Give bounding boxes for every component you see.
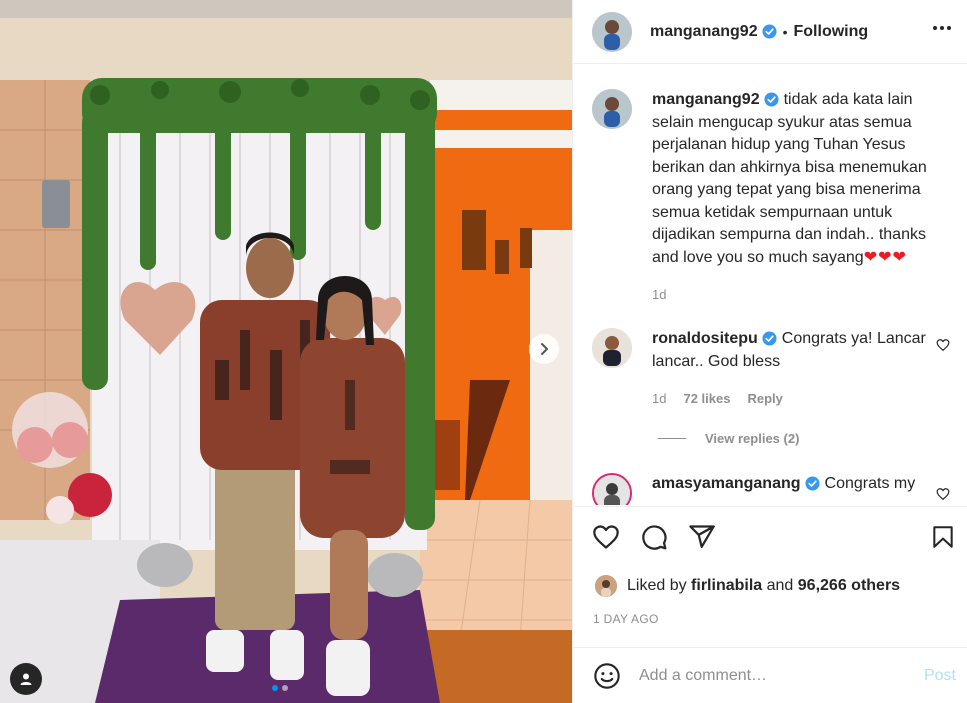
next-slide-button[interactable] — [529, 334, 559, 364]
verified-badge-icon — [762, 24, 777, 39]
smiley-icon — [594, 662, 620, 689]
verified-badge-icon — [762, 331, 777, 346]
caption: manganang92 tidak ada kata lain selain me… — [592, 89, 952, 302]
following-button[interactable]: Following — [794, 23, 869, 41]
likes-prefix: Liked by — [627, 577, 687, 594]
chevron-right-icon — [541, 343, 548, 355]
comment-icon — [642, 525, 667, 550]
bookmark-icon — [933, 526, 953, 548]
post-image — [0, 0, 572, 703]
carousel-dot-active — [272, 685, 278, 691]
post-actions: Liked by firlinabila and 96,266 others 1… — [573, 506, 967, 626]
reply-button[interactable]: Reply — [747, 391, 782, 406]
post-photo[interactable] — [0, 0, 572, 703]
commenter-avatar[interactable] — [592, 473, 632, 505]
save-button[interactable] — [930, 523, 956, 551]
view-replies-label: View replies (2) — [705, 431, 800, 446]
comment-button[interactable] — [640, 523, 668, 551]
likes-summary: Liked by firlinabila and 96,266 others — [595, 575, 900, 597]
commenter-avatar[interactable] — [592, 328, 632, 368]
caption-body: tidak ada kata lain selain mengucap syuk… — [652, 91, 927, 266]
comment-text: ronaldositepu Congrats ya! Lancar lancar.… — [652, 328, 952, 373]
view-replies-line — [658, 438, 686, 439]
post-comment-button[interactable]: Post — [924, 667, 956, 685]
caption-text: manganang92 tidak ada kata lain selain me… — [652, 89, 952, 269]
like-comment-button[interactable] — [936, 487, 950, 505]
paper-plane-icon — [689, 525, 715, 549]
verified-badge-icon — [804, 476, 820, 491]
comment-item: ronaldositepu Congrats ya! Lancar lancar.… — [592, 328, 952, 406]
view-replies-button[interactable]: View replies (2) — [658, 431, 799, 446]
caption-username[interactable]: manganang92 — [652, 91, 760, 108]
comment-username[interactable]: amasyamanganang — [652, 475, 801, 492]
like-comment-button[interactable] — [936, 338, 950, 357]
carousel-indicator — [272, 685, 288, 691]
user-tag-icon — [20, 673, 32, 685]
caption-meta: 1d — [652, 287, 952, 302]
liker-avatar[interactable] — [595, 575, 617, 597]
comment-text: amasyamanganang Congrats my — [652, 473, 952, 496]
heart-emoji: ❤❤❤ — [863, 248, 907, 266]
more-horizontal-icon — [933, 26, 951, 30]
comment-time[interactable]: 1d — [652, 391, 666, 406]
post-panel: manganang92 • Following manganang92 tida… — [572, 0, 967, 703]
add-comment-bar: Post — [573, 647, 967, 703]
comment-likes[interactable]: 72 likes — [683, 391, 730, 406]
heart-icon — [593, 525, 619, 549]
comment-body: Congrats my — [824, 475, 916, 492]
comment-meta: 1d 72 likes Reply — [652, 391, 952, 406]
author-username[interactable]: manganang92 — [650, 23, 758, 41]
like-button[interactable] — [592, 523, 620, 551]
post-header: manganang92 • Following — [573, 0, 967, 64]
emoji-button[interactable] — [593, 662, 621, 690]
caption-avatar[interactable] — [592, 89, 632, 129]
liker-username[interactable]: firlinabila — [691, 577, 762, 595]
likes-count[interactable]: 96,266 others — [798, 577, 900, 595]
share-button[interactable] — [688, 523, 716, 551]
carousel-dot — [282, 685, 288, 691]
heart-icon — [936, 488, 950, 501]
more-options-button[interactable] — [932, 18, 952, 43]
likes-and: and — [766, 577, 794, 594]
comment-item: amasyamanganang Congrats my — [592, 473, 952, 505]
comments-list[interactable]: manganang92 tidak ada kata lain selain me… — [573, 65, 967, 505]
caption-time[interactable]: 1d — [652, 287, 666, 302]
heart-icon — [936, 339, 950, 352]
header-separator: • — [782, 23, 788, 40]
comment-username[interactable]: ronaldositepu — [652, 330, 758, 347]
verified-badge-icon — [764, 92, 779, 107]
tagged-users-button[interactable] — [10, 663, 42, 695]
post-timestamp[interactable]: 1 DAY AGO — [593, 612, 659, 626]
author-avatar[interactable] — [592, 11, 632, 52]
comment-input[interactable] — [639, 666, 909, 685]
